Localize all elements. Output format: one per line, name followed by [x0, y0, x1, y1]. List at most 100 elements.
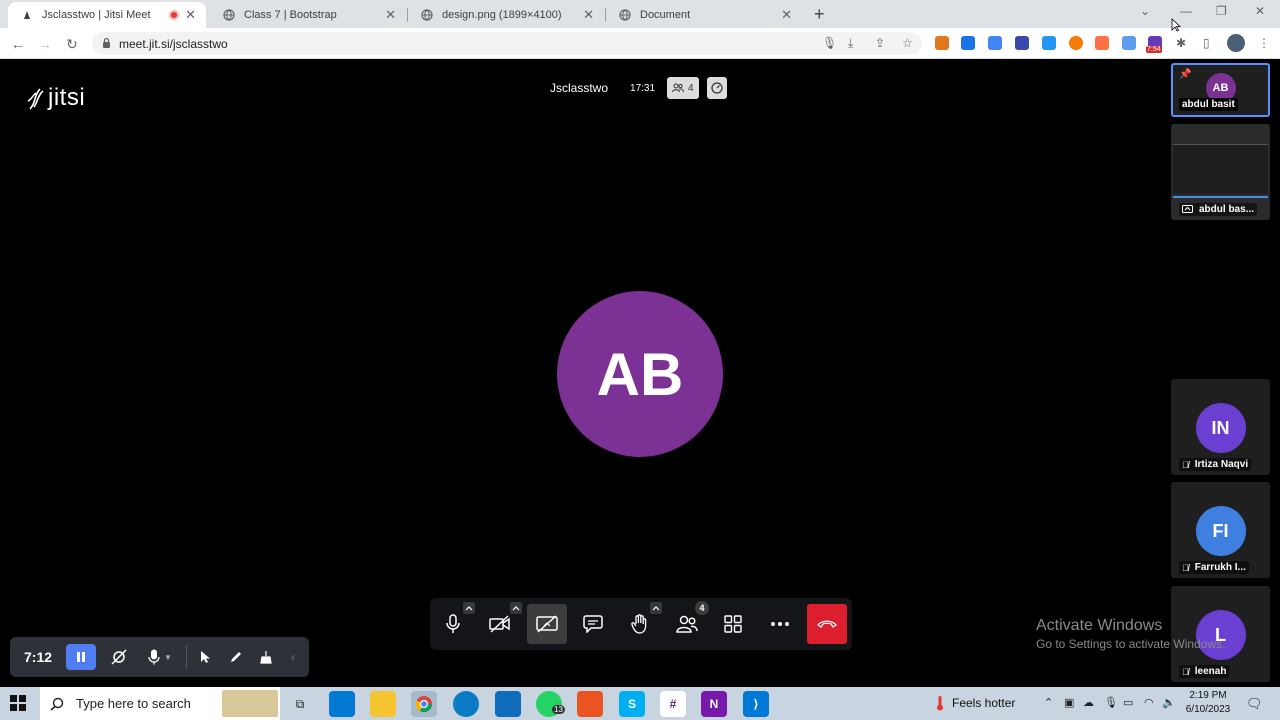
mic-icon[interactable]: 🎙: [822, 36, 837, 50]
edge-taskbar-icon[interactable]: [453, 691, 479, 717]
address-bar[interactable]: meet.jit.si/jsclasstwo: [92, 32, 922, 55]
ubuntu-taskbar-icon[interactable]: [577, 691, 603, 717]
window-close-icon[interactable]: ✕: [1255, 4, 1265, 18]
more-actions-button[interactable]: [760, 604, 800, 644]
recorder-mic-button[interactable]: ▼: [142, 644, 178, 670]
participant-count: 4: [688, 82, 694, 94]
filmstrip-tile-irtiza[interactable]: IN 🎙̸ Irtiza Naqvi: [1171, 379, 1270, 475]
hangup-phone-icon: [817, 620, 837, 628]
jitsi-mark-icon: [27, 88, 44, 110]
participant-count-pill[interactable]: 4: [667, 77, 699, 99]
onedrive-cloud-icon[interactable]: ☁: [1083, 696, 1094, 709]
taskbar-clock[interactable]: 2:19 PM 6/10/2023: [1180, 689, 1236, 717]
battery-icon[interactable]: ▭: [1123, 696, 1133, 709]
install-icon[interactable]: ⤓: [848, 36, 853, 51]
extension-arrow-icon[interactable]: [1095, 36, 1109, 50]
avatar: IN: [1195, 403, 1246, 453]
volume-icon[interactable]: 🔈: [1162, 696, 1176, 709]
participants-icon: [676, 615, 698, 633]
weather-widget[interactable]: Feels hotter: [936, 695, 1015, 711]
file-explorer-icon[interactable]: [370, 691, 396, 717]
screenshare-off-icon: [536, 615, 558, 633]
notification-center-icon[interactable]: 🗨: [1246, 696, 1263, 712]
hangup-button[interactable]: [807, 604, 847, 644]
meeting-subject: Jsclasstwo: [550, 81, 609, 95]
skype-taskbar-icon[interactable]: S: [619, 691, 645, 717]
extension-doc-icon[interactable]: [988, 36, 1002, 50]
close-icon[interactable]: ✕: [781, 7, 792, 23]
close-icon[interactable]: ✕: [385, 7, 396, 23]
tray-app-icon[interactable]: ▣: [1064, 696, 1074, 709]
tray-chevron-up-icon[interactable]: ⌃: [1044, 696, 1053, 709]
back-arrow-icon[interactable]: ←: [8, 34, 28, 54]
pen-tool-button[interactable]: [225, 644, 247, 670]
metamask-extension-icon[interactable]: [935, 36, 949, 50]
connection-indicator[interactable]: [706, 77, 727, 99]
bookmark-star-icon[interactable]: ☆: [902, 36, 913, 50]
extension-code-icon[interactable]: [1015, 36, 1029, 50]
vscode-taskbar-icon[interactable]: ⟩: [743, 691, 769, 717]
avatar-initials: AB: [1212, 82, 1229, 94]
filmstrip-tile-farrukh[interactable]: FI 🎙̸ Farrukh I...: [1171, 482, 1270, 578]
chrome-taskbar-icon[interactable]: [411, 691, 437, 717]
tab-jitsi[interactable]: Jsclasstwo | Jitsi Meet ✕: [8, 2, 206, 28]
screen-recorder-widget: 7:12 ▼ ‹: [10, 637, 309, 677]
close-icon[interactable]: ✕: [185, 7, 196, 23]
close-icon[interactable]: ✕: [583, 7, 594, 23]
filmstrip-tile-abdul-basit[interactable]: 📌 AB abdul basit: [1171, 63, 1270, 117]
microsoft-store-icon[interactable]: [329, 691, 355, 717]
collapse-widget-button[interactable]: ‹: [285, 644, 301, 670]
forward-arrow-icon[interactable]: →: [35, 34, 55, 54]
tile-view-icon: [724, 615, 742, 633]
avatar-initials: AB: [596, 340, 684, 408]
webcam-toggle-button[interactable]: [104, 644, 134, 670]
extension-f-icon[interactable]: [961, 36, 975, 50]
watermark-subtitle: Go to Settings to activate Windows.: [1036, 637, 1226, 651]
watermark-title: Activate Windows: [1036, 617, 1163, 634]
video-settings-caret[interactable]: [510, 602, 522, 614]
participant-name: 🎙̸ leenah: [1179, 665, 1230, 678]
extension-mail-icon[interactable]: [1042, 36, 1056, 50]
mail-taskbar-icon[interactable]: [495, 691, 521, 717]
recording-elapsed-time: 7:12: [24, 649, 53, 665]
reload-icon[interactable]: ↻: [62, 34, 82, 54]
onenote-taskbar-icon[interactable]: N: [701, 691, 727, 717]
clear-drawing-button[interactable]: [255, 644, 277, 670]
extension-pen-icon[interactable]: [1122, 36, 1136, 50]
reactions-caret[interactable]: [650, 602, 662, 614]
speedometer-icon: [711, 82, 723, 94]
new-tab-plus-icon[interactable]: +: [814, 4, 825, 25]
avatar-initials: FI: [1212, 520, 1229, 541]
screenshare-progress-bar: [1173, 196, 1268, 198]
profile-avatar[interactable]: [1227, 34, 1245, 52]
task-view-icon[interactable]: ⧉: [287, 691, 313, 717]
pause-recording-button[interactable]: [66, 644, 96, 670]
lock-icon: [102, 35, 111, 53]
mic-muted-icon: 🎙̸: [1182, 562, 1189, 573]
tab-bootstrap[interactable]: Class 7 | Bootstrap ✕: [210, 2, 406, 28]
tab-design-png[interactable]: design.png (1899×4100) ✕: [408, 2, 604, 28]
side-panel-icon[interactable]: ▯: [1203, 36, 1210, 50]
puzzle-extensions-icon[interactable]: ✱: [1176, 36, 1186, 50]
participant-name-text: Farrukh I...: [1194, 562, 1246, 573]
filmstrip-tile-screenshare[interactable]: abdul bas...: [1171, 124, 1270, 220]
participant-name-text: abdul bas...: [1199, 204, 1255, 215]
screenshare-button[interactable]: [527, 604, 567, 644]
audio-settings-caret[interactable]: [463, 602, 475, 614]
slack-taskbar-icon[interactable]: #: [660, 691, 686, 717]
tile-view-button[interactable]: [713, 604, 753, 644]
taskbar-search-box[interactable]: Type here to search: [40, 687, 280, 720]
extension-orange-icon[interactable]: [1069, 36, 1083, 50]
chat-button[interactable]: [573, 604, 613, 644]
maximize-icon[interactable]: ❐: [1216, 4, 1227, 18]
windows-start-icon[interactable]: [10, 695, 26, 716]
kebab-menu-icon[interactable]: ⋮: [1258, 36, 1270, 50]
minimize-icon[interactable]: —: [1180, 4, 1192, 18]
tab-search-chevron-icon[interactable]: ⌄: [1140, 4, 1150, 18]
tab-document[interactable]: Document ✕: [606, 2, 802, 28]
tray-mic-icon[interactable]: 🎙: [1104, 696, 1118, 709]
pointer-tool-button[interactable]: [195, 644, 217, 670]
share-icon[interactable]: ⇪: [875, 36, 885, 50]
mouse-cursor-icon: [1171, 18, 1181, 32]
wifi-icon[interactable]: ◠: [1144, 696, 1154, 709]
